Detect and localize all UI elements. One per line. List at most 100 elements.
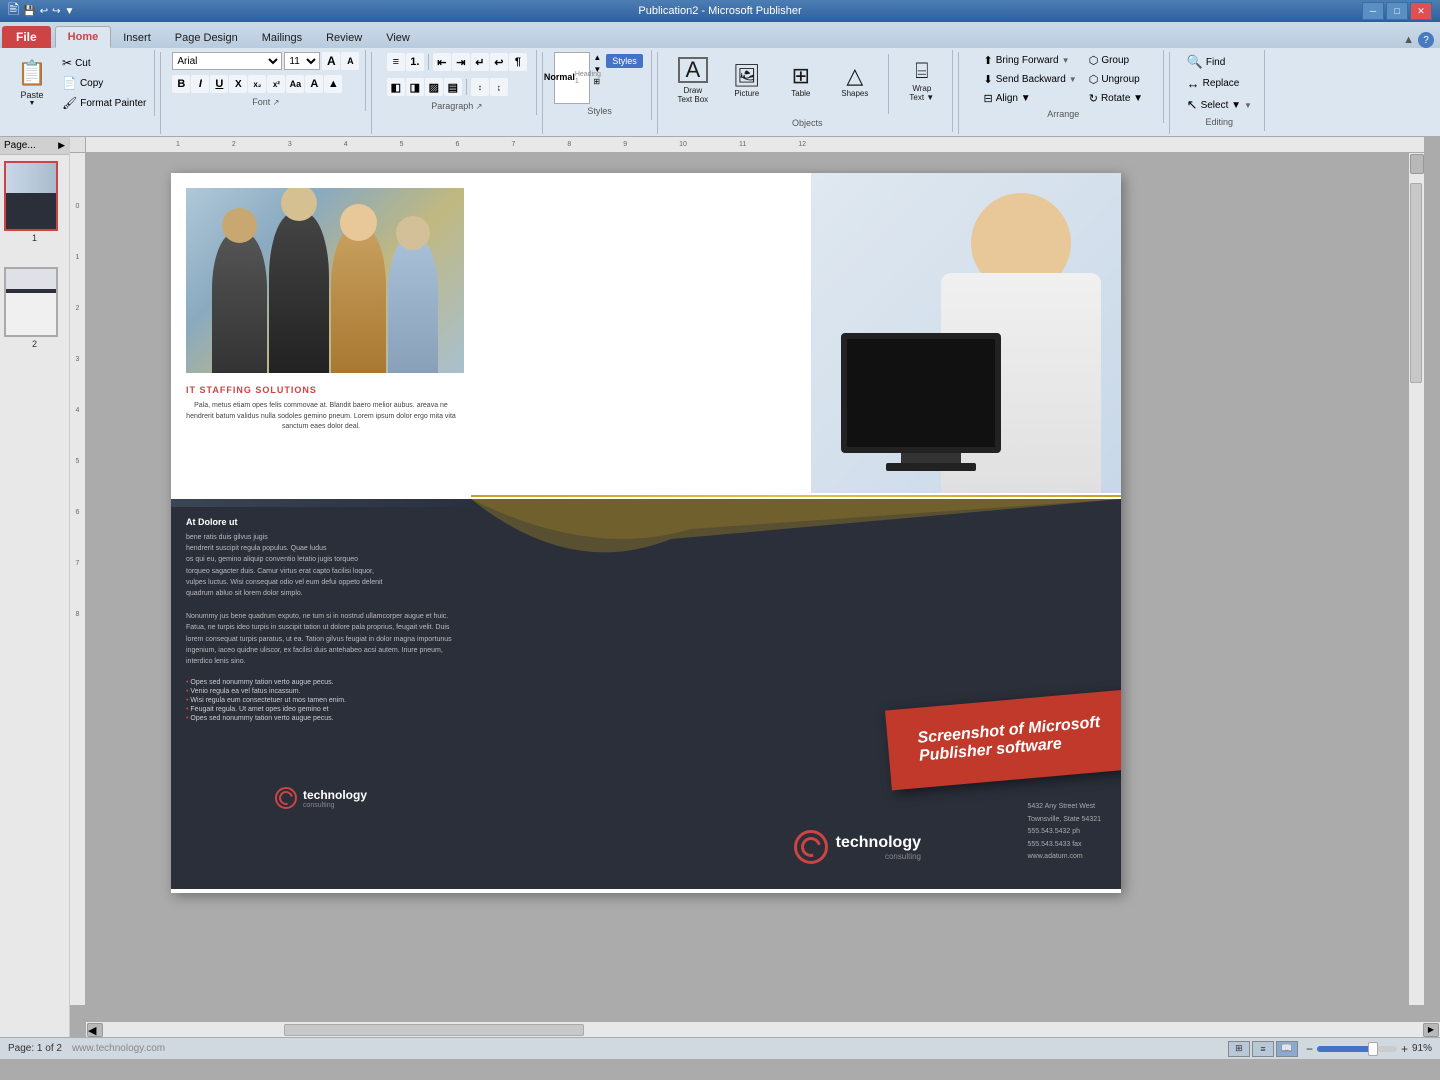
- styles-more-btn[interactable]: ⊞: [592, 76, 602, 87]
- replace-button[interactable]: ↔ Replace: [1183, 74, 1244, 93]
- numbering-btn[interactable]: 1.: [406, 53, 424, 71]
- clipboard-group: 📋 Paste ▼ ✂ Cut 📄 Copy 🖌 Format Painter: [4, 50, 155, 116]
- pages-expand-btn[interactable]: ▶: [58, 140, 65, 151]
- cut-icon: ✂: [62, 56, 72, 70]
- editing-group-label: Editing: [1206, 115, 1234, 129]
- ruler-vertical: 0 1 2 3 4 5 6 7 8: [70, 153, 86, 1005]
- view-normal-btn[interactable]: ⊞: [1228, 1041, 1250, 1057]
- styles-preview[interactable]: Normal Heading 1: [554, 52, 590, 104]
- bullet-list: • Opes sed nonummy tation verto augue pe…: [186, 679, 456, 722]
- text-box-icon: A: [678, 57, 708, 83]
- copy-button[interactable]: 📄 Copy: [58, 74, 150, 92]
- page-thumb-1[interactable]: [4, 161, 58, 231]
- ribbon-collapse-btn[interactable]: ▲: [1403, 34, 1414, 46]
- wrap-text-label: WrapText ▼: [909, 84, 934, 102]
- select-button[interactable]: ↖ Select ▼ ▼: [1183, 95, 1256, 115]
- align-center-btn[interactable]: ◨: [406, 78, 424, 96]
- align-button[interactable]: ⊟ Align ▼: [980, 90, 1081, 107]
- para-spacing-btn[interactable]: ↨: [490, 78, 508, 96]
- format-painter-button[interactable]: 🖌 Format Painter: [58, 94, 150, 112]
- close-btn[interactable]: ✕: [1410, 2, 1432, 20]
- status-text: www.technology.com: [72, 1043, 165, 1054]
- dark-body-text: bene ratis duis gilvus jugis hendrerit s…: [186, 532, 456, 599]
- styles-down-btn[interactable]: ▼: [592, 64, 602, 75]
- canvas-area[interactable]: IT STAFFING SOLUTIONS Pala, metus etiam …: [86, 153, 1424, 1021]
- send-backward-icon: ⬇: [984, 73, 993, 86]
- ungroup-button[interactable]: ⬡ Ungroup: [1085, 71, 1147, 88]
- font-size-select[interactable]: 11: [284, 52, 320, 70]
- indent-btn2[interactable]: ↵: [471, 53, 489, 71]
- zoom-in-btn[interactable]: +: [1401, 1042, 1408, 1056]
- paste-dropdown-arrow[interactable]: ▼: [29, 100, 36, 107]
- help-btn[interactable]: ?: [1418, 32, 1434, 48]
- superscript-btn[interactable]: x²: [267, 75, 285, 93]
- font-shrink-btn[interactable]: A: [341, 52, 359, 70]
- shapes-icon: △: [846, 63, 863, 89]
- pages-list: 1 2: [0, 155, 69, 355]
- align-right-btn[interactable]: ▨: [425, 78, 443, 96]
- styles-up-btn[interactable]: ▲: [592, 52, 602, 63]
- tab-view[interactable]: View: [374, 28, 422, 48]
- font-color-btn[interactable]: A: [305, 75, 323, 93]
- view-outline-btn[interactable]: ≡: [1252, 1041, 1274, 1057]
- shapes-button[interactable]: △ Shapes: [831, 52, 879, 108]
- customize-quick-btn[interactable]: ▼: [65, 6, 75, 17]
- styles-dropdown-btn[interactable]: Styles: [604, 52, 645, 70]
- underline-btn[interactable]: U: [210, 75, 228, 93]
- group-button[interactable]: ⬡ Group: [1085, 52, 1147, 69]
- font-group-label: Font ↗: [252, 95, 279, 109]
- picture-label: Picture: [734, 89, 759, 98]
- subscript-btn[interactable]: x₂: [248, 75, 266, 93]
- main-area: Page... ▶ 1: [0, 137, 1440, 1037]
- pilcrow-btn[interactable]: ¶: [509, 53, 527, 71]
- undo-quick-btn[interactable]: ↩: [40, 6, 48, 17]
- font-highlight-btn[interactable]: ▲: [324, 75, 342, 93]
- bold-btn[interactable]: B: [172, 75, 190, 93]
- send-backward-button[interactable]: ⬇ Send Backward ▼: [980, 71, 1081, 88]
- page-thumb-2[interactable]: [4, 267, 58, 337]
- zoom-controls: − + 91%: [1306, 1042, 1432, 1056]
- select-icon: ↖: [1187, 97, 1198, 113]
- window-controls: ─ □ ✕: [1362, 2, 1432, 20]
- bullets-btn[interactable]: ≡: [387, 53, 405, 71]
- paste-button[interactable]: 📋 Paste ▼: [8, 52, 56, 114]
- vertical-scrollbar[interactable]: [1408, 153, 1424, 1005]
- ruler-horizontal: 1 2 3 4 5 6 7 8 9 10 11 12: [86, 137, 1424, 153]
- font-grow-btn[interactable]: A: [322, 52, 340, 70]
- find-icon: 🔍: [1187, 54, 1203, 70]
- objects-group-label: Objects: [792, 116, 823, 130]
- align-left-btn[interactable]: ◧: [387, 78, 405, 96]
- tab-insert[interactable]: Insert: [111, 28, 163, 48]
- horizontal-scrollbar[interactable]: ◀ ▶: [86, 1021, 1440, 1037]
- font-aa-btn[interactable]: Aa: [286, 75, 304, 93]
- italic-btn[interactable]: I: [191, 75, 209, 93]
- find-button[interactable]: 🔍 Find: [1183, 52, 1230, 72]
- line-spacing-btn[interactable]: ↕: [471, 78, 489, 96]
- strikethrough-btn[interactable]: X: [229, 75, 247, 93]
- minimize-btn[interactable]: ─: [1362, 2, 1384, 20]
- save-quick-btn[interactable]: 💾: [23, 6, 35, 17]
- redo-quick-btn[interactable]: ↪: [52, 6, 60, 17]
- picture-button[interactable]: 🖼 Picture: [723, 52, 771, 108]
- page-info: Page: 1 of 2: [8, 1043, 62, 1054]
- table-button[interactable]: ⊞ Table: [777, 52, 825, 108]
- tab-review[interactable]: Review: [314, 28, 374, 48]
- view-reading-btn[interactable]: 📖: [1276, 1041, 1298, 1057]
- tab-file[interactable]: File: [2, 26, 51, 48]
- wrap-text-button[interactable]: ⌸ WrapText ▼: [898, 52, 946, 108]
- font-family-select[interactable]: Arial: [172, 52, 282, 70]
- indent-more-btn[interactable]: ⇥: [452, 53, 470, 71]
- table-label: Table: [791, 89, 810, 98]
- maximize-btn[interactable]: □: [1386, 2, 1408, 20]
- zoom-out-btn[interactable]: −: [1306, 1042, 1313, 1056]
- cut-button[interactable]: ✂ Cut: [58, 54, 150, 72]
- indent-less-btn[interactable]: ⇤: [433, 53, 451, 71]
- draw-text-box-button[interactable]: A DrawText Box: [669, 52, 717, 108]
- rotate-button[interactable]: ↻ Rotate ▼: [1085, 90, 1147, 107]
- indent-btn3[interactable]: ↩: [490, 53, 508, 71]
- tab-home[interactable]: Home: [55, 26, 112, 48]
- bring-forward-button[interactable]: ⬆ Bring Forward ▼: [980, 52, 1081, 69]
- tab-mailings[interactable]: Mailings: [250, 28, 314, 48]
- tab-page-design[interactable]: Page Design: [163, 28, 250, 48]
- justify-btn[interactable]: ▤: [444, 78, 462, 96]
